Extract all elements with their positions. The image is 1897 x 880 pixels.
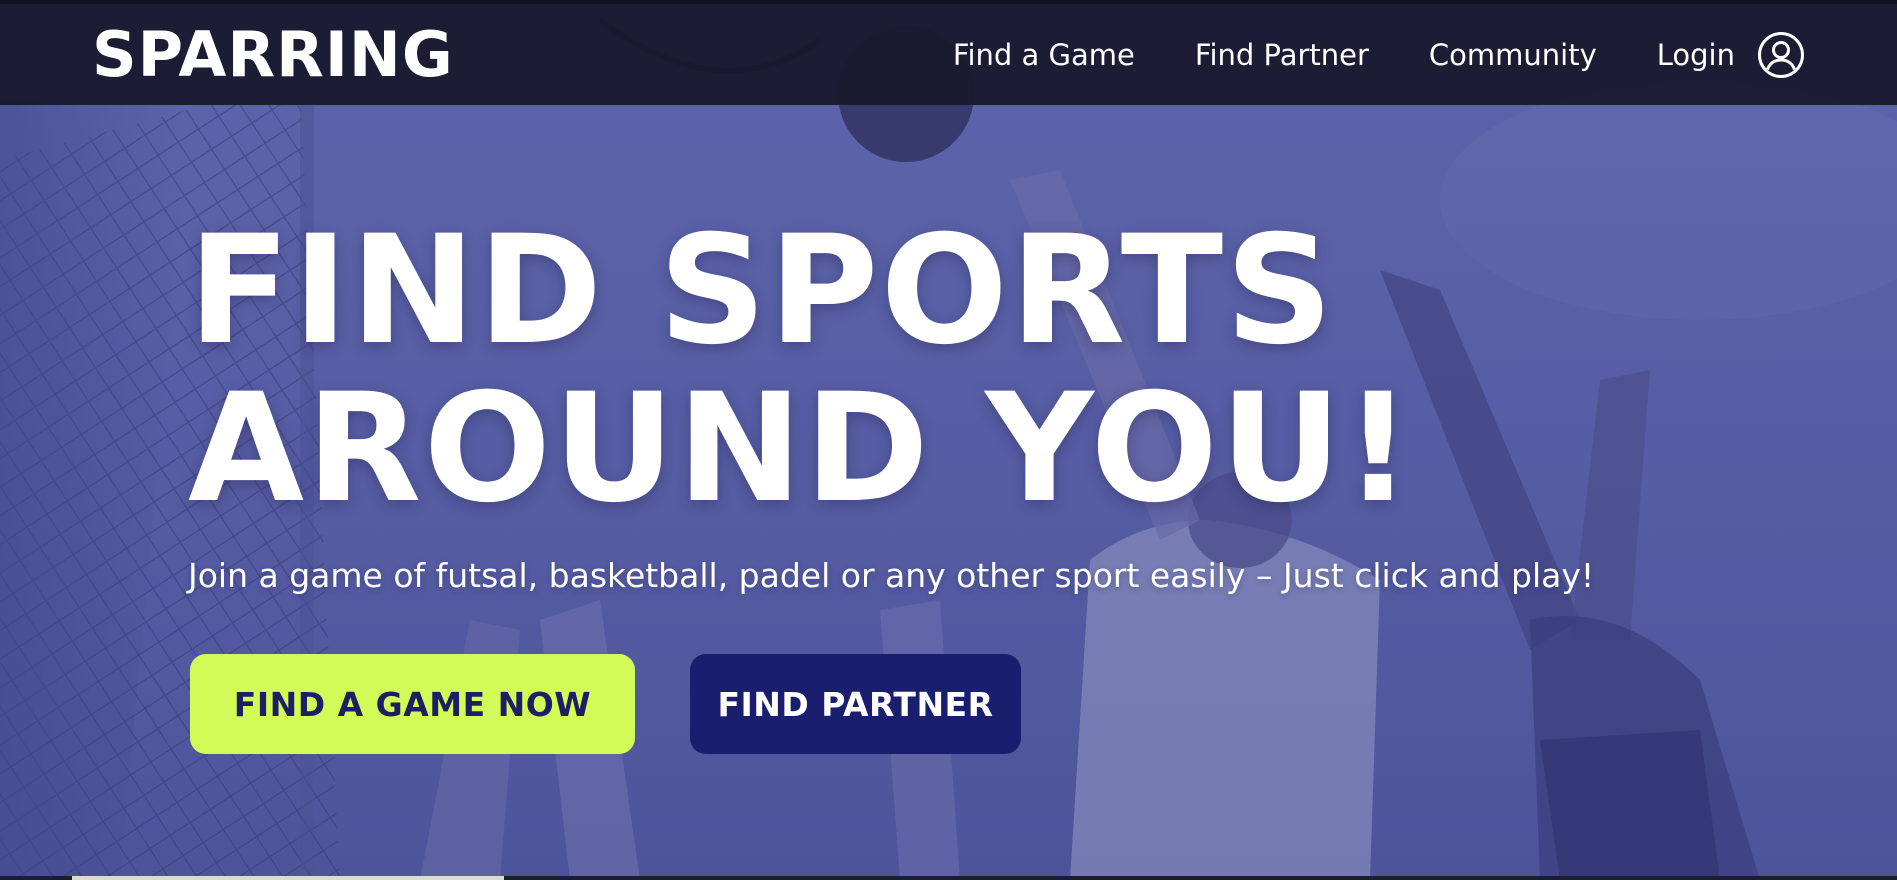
- page: SPARRING Find a Game Find Partner Commun…: [0, 0, 1897, 880]
- hero-headline: FIND SPORTS AROUND YOU!: [188, 212, 1414, 528]
- nav-link-login[interactable]: Login: [1657, 38, 1735, 72]
- hero-headline-line-1: FIND SPORTS: [188, 204, 1336, 378]
- user-circle-icon[interactable]: [1757, 31, 1805, 79]
- nav-link-find-partner[interactable]: Find Partner: [1195, 38, 1369, 72]
- hero-subtitle: Join a game of futsal, basketball, padel…: [188, 556, 1595, 595]
- nav-link-community[interactable]: Community: [1429, 38, 1597, 72]
- navbar: SPARRING Find a Game Find Partner Commun…: [0, 4, 1897, 105]
- site-logo[interactable]: SPARRING: [92, 23, 454, 86]
- nav-links: Find a Game Find Partner Community Login: [953, 31, 1805, 79]
- horizontal-scrollbar[interactable]: [72, 876, 504, 880]
- find-a-game-now-button[interactable]: FIND A GAME NOW: [190, 654, 635, 754]
- login-group: Login: [1657, 31, 1805, 79]
- hero-headline-line-2: AROUND YOU!: [188, 362, 1415, 536]
- find-partner-button[interactable]: FIND PARTNER: [690, 654, 1021, 754]
- nav-link-find-a-game[interactable]: Find a Game: [953, 38, 1135, 72]
